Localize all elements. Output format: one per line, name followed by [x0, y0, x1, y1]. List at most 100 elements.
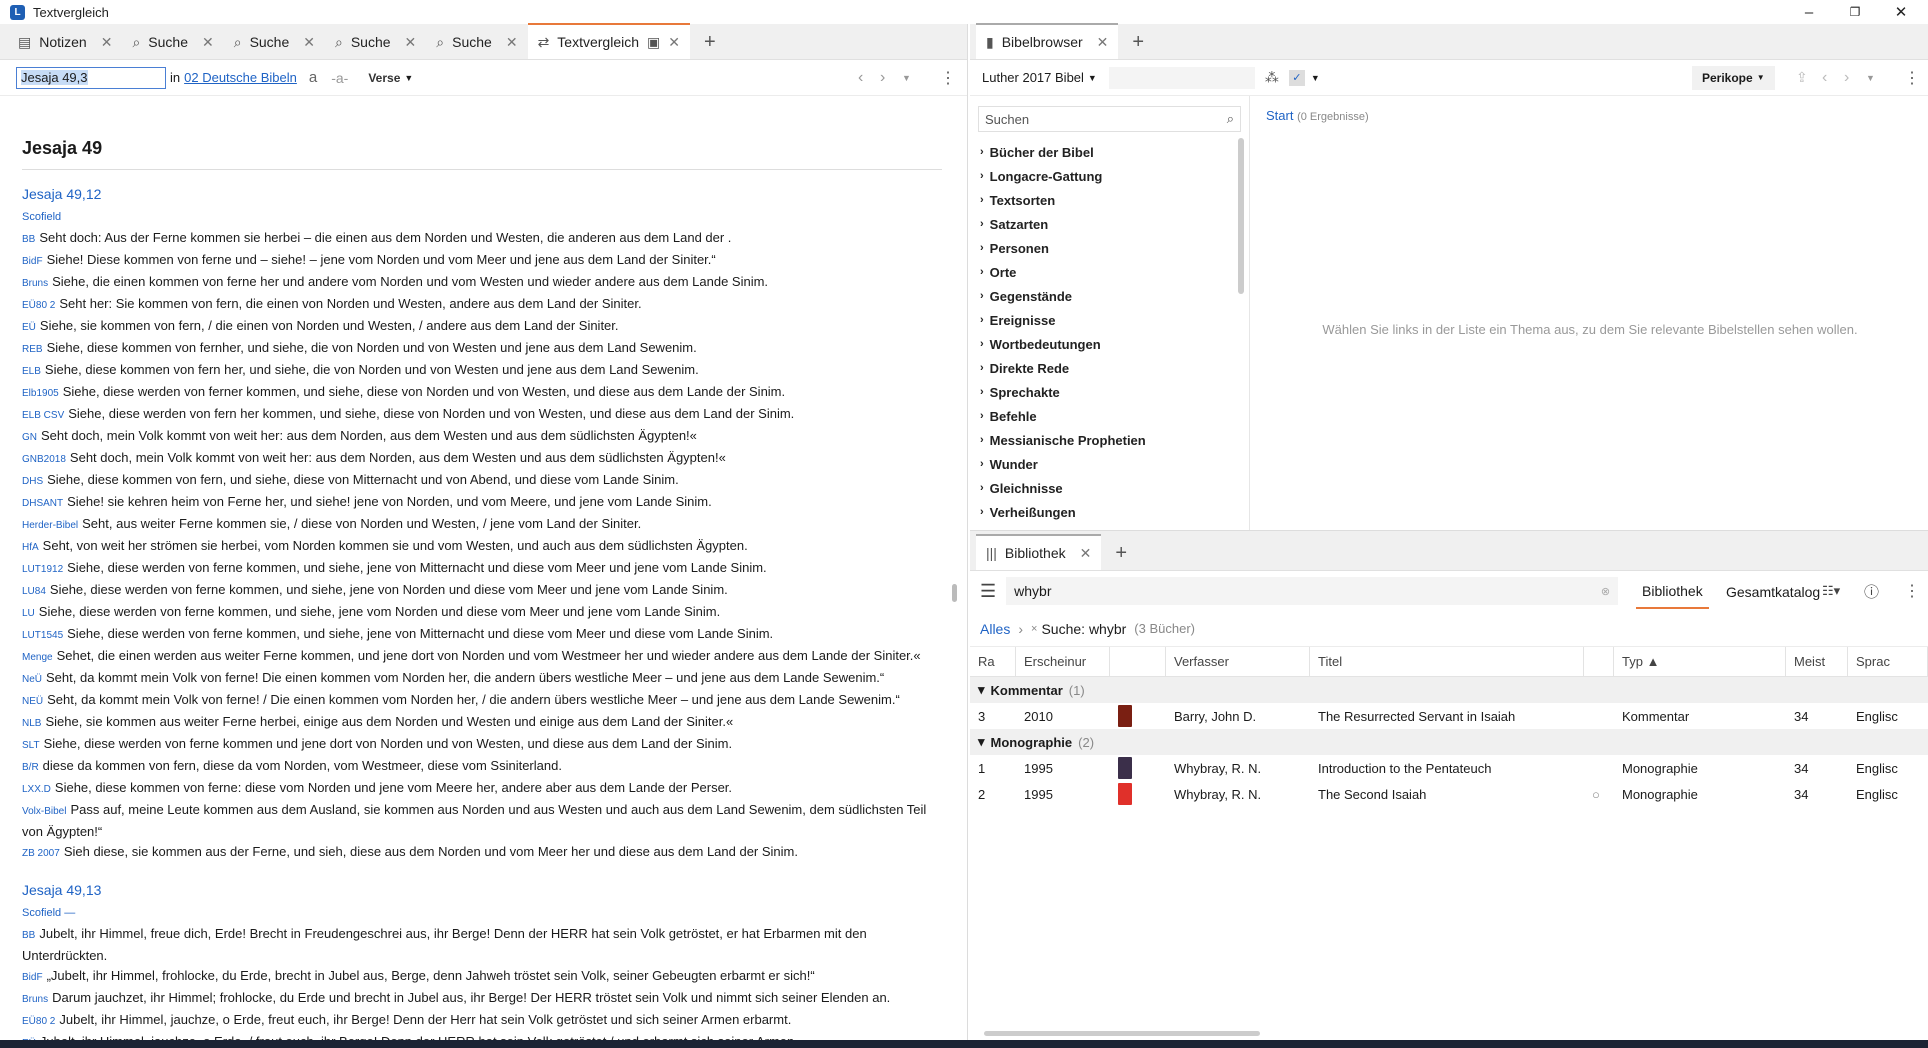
bible-abbreviation[interactable]: EÜ80 2 [22, 1016, 55, 1027]
source-label[interactable]: Scofield — [22, 904, 942, 922]
view-mode-icon[interactable]: ☷▾ [1822, 583, 1840, 599]
tab-notes[interactable]: ▤ Notizen ✕ [8, 25, 122, 59]
more-menu-icon[interactable]: ⋮ [940, 68, 956, 88]
tab-bibliothek[interactable]: ||| Bibliothek ✕ [976, 534, 1102, 570]
topic-item[interactable]: › Gleichnisse [970, 476, 1249, 500]
bible-abbreviation[interactable]: GNB2018 [22, 454, 66, 465]
clear-icon[interactable]: ⊗ [1601, 585, 1610, 598]
more-menu-icon[interactable]: ⋮ [1904, 68, 1920, 88]
back-icon[interactable]: ‹ [858, 69, 863, 87]
column-language[interactable]: Sprac [1848, 647, 1928, 676]
source-label[interactable]: Scofield [22, 208, 942, 226]
topic-search-input[interactable]: Suchen ⌕ [978, 106, 1241, 132]
close-icon[interactable]: ✕ [101, 34, 113, 51]
tab-search-4[interactable]: ⌕ Suche ✕ [426, 25, 527, 59]
bible-abbreviation[interactable]: ELB CSV [22, 410, 64, 421]
bible-abbreviation[interactable]: DHS [22, 476, 43, 487]
bible-abbreviation[interactable]: Elb1905 [22, 388, 59, 399]
close-icon[interactable]: ✕ [405, 34, 417, 51]
topic-item[interactable]: › Verheißungen [970, 500, 1249, 524]
chevron-down-icon[interactable]: ▼ [1311, 73, 1320, 83]
bible-abbreviation[interactable]: LUT1545 [22, 630, 63, 641]
topic-item[interactable]: › Personen [970, 236, 1249, 260]
topic-item[interactable]: › Direkte Rede [970, 356, 1249, 380]
close-icon[interactable]: ✕ [303, 34, 315, 51]
bible-abbreviation[interactable]: NEÜ [22, 696, 43, 707]
column-most[interactable]: Meist [1786, 647, 1848, 676]
column-status[interactable] [1584, 647, 1614, 676]
library-scope-button[interactable]: Bibliothek [1636, 575, 1709, 609]
bible-abbreviation[interactable]: SLT [22, 740, 40, 751]
topic-item[interactable]: › Wunder [970, 452, 1249, 476]
history-dropdown-icon[interactable]: ▼ [902, 73, 911, 83]
catalog-scope-button[interactable]: Gesamtkatalog [1720, 575, 1826, 609]
bible-abbreviation[interactable]: Bruns [22, 278, 48, 289]
history-dropdown-icon[interactable]: ▼ [1866, 73, 1875, 83]
status-ring-icon[interactable]: ○ [1592, 787, 1600, 802]
topic-item[interactable]: › Befehle [970, 404, 1249, 428]
font-icon[interactable]: a [309, 69, 317, 86]
pericope-button[interactable]: Perikope ▼ [1692, 65, 1775, 90]
bible-abbreviation[interactable]: BB [22, 930, 35, 941]
topic-item[interactable]: › Textsorten [970, 188, 1249, 212]
export-icon[interactable]: ⇪ [1796, 69, 1808, 86]
people-icon[interactable]: ⁂ [1265, 69, 1279, 86]
forward-icon[interactable]: › [880, 69, 885, 87]
bible-abbreviation[interactable]: BB [22, 234, 35, 245]
bible-abbreviation[interactable]: B/R [22, 762, 39, 773]
column-year[interactable]: Erscheinur [1016, 647, 1110, 676]
column-cover[interactable] [1110, 647, 1166, 676]
info-icon[interactable]: ⓘ [1864, 581, 1879, 602]
bible-collection-link[interactable]: 02 Deutsche Bibeln [184, 70, 297, 85]
bible-abbreviation[interactable]: HfA [22, 542, 39, 553]
topic-item[interactable]: › Orte [970, 260, 1249, 284]
group-header[interactable]: ▾ Monographie (2) [970, 729, 1928, 755]
topic-item[interactable]: › Gegenstände [970, 284, 1249, 308]
close-icon[interactable]: ✕ [506, 34, 518, 51]
tab-bibelbrowser[interactable]: ▮ Bibelbrowser ✕ [976, 23, 1119, 59]
table-row[interactable]: 3 2010 Barry, John D. The Resurrected Serva… [970, 703, 1928, 729]
table-row[interactable]: 2 1995 Whybray, R. N. The Second Isaiah ○ Mon… [970, 781, 1928, 807]
bible-abbreviation[interactable]: LXX.D [22, 784, 51, 795]
checkbox-icon[interactable]: ✓ [1288, 69, 1305, 86]
column-type[interactable]: Typ ▲ [1614, 647, 1786, 676]
bible-abbreviation[interactable]: NeÜ [22, 674, 42, 685]
topic-item[interactable]: › Bücher der Bibel [970, 140, 1249, 164]
add-tab-button[interactable]: + [690, 25, 730, 59]
bible-abbreviation[interactable]: Herder-Bibel [22, 520, 78, 531]
scrollbar-thumb[interactable] [1238, 138, 1244, 294]
forward-icon[interactable]: › [1844, 69, 1849, 87]
bible-abbreviation[interactable]: REB [22, 344, 43, 355]
close-window-button[interactable]: ✕ [1878, 0, 1924, 24]
bible-abbreviation[interactable]: NLB [22, 718, 41, 729]
breadcrumb-all[interactable]: Alles [980, 621, 1010, 637]
bible-abbreviation[interactable]: LU84 [22, 586, 46, 597]
topic-item[interactable]: › Messianische Prophetien [970, 428, 1249, 452]
bible-abbreviation[interactable]: Volx-Bibel [22, 806, 66, 817]
topic-item[interactable]: › Sprechakte [970, 380, 1249, 404]
library-search-input[interactable]: whybr ⊗ [1006, 577, 1619, 605]
bible-abbreviation[interactable]: EÜ80 2 [22, 300, 55, 311]
bible-abbreviation[interactable]: ELB [22, 366, 41, 377]
column-title[interactable]: Titel [1310, 647, 1584, 676]
more-menu-icon[interactable]: ⋮ [1904, 581, 1920, 601]
topic-item[interactable]: › Satzarten [970, 212, 1249, 236]
table-row[interactable]: 1 1995 Whybray, R. N. Introduction to the P… [970, 755, 1928, 781]
bible-abbreviation[interactable]: GN [22, 432, 37, 443]
topic-item[interactable]: › Longacre-Gattung [970, 164, 1249, 188]
column-rank[interactable]: Ra [970, 647, 1016, 676]
group-header[interactable]: ▾ Kommentar (1) [970, 677, 1928, 703]
tab-search-2[interactable]: ⌕ Suche ✕ [224, 25, 325, 59]
column-author[interactable]: Verfasser [1166, 647, 1310, 676]
verse-heading[interactable]: Jesaja 49,12 [22, 186, 942, 202]
topic-item[interactable]: › Ereignisse [970, 308, 1249, 332]
start-link[interactable]: Start [1266, 108, 1293, 123]
maximize-button[interactable]: ❐ [1832, 0, 1878, 24]
bible-selector[interactable]: Luther 2017 Bibel [982, 70, 1084, 85]
minimize-button[interactable]: – [1786, 0, 1832, 24]
bible-abbreviation[interactable]: EÜ [22, 322, 36, 333]
bible-abbreviation[interactable]: Menge [22, 652, 53, 663]
back-icon[interactable]: ‹ [1822, 69, 1827, 87]
pin-icon[interactable]: ▣ [647, 34, 660, 51]
horizontal-scrollbar[interactable] [984, 1031, 1260, 1036]
